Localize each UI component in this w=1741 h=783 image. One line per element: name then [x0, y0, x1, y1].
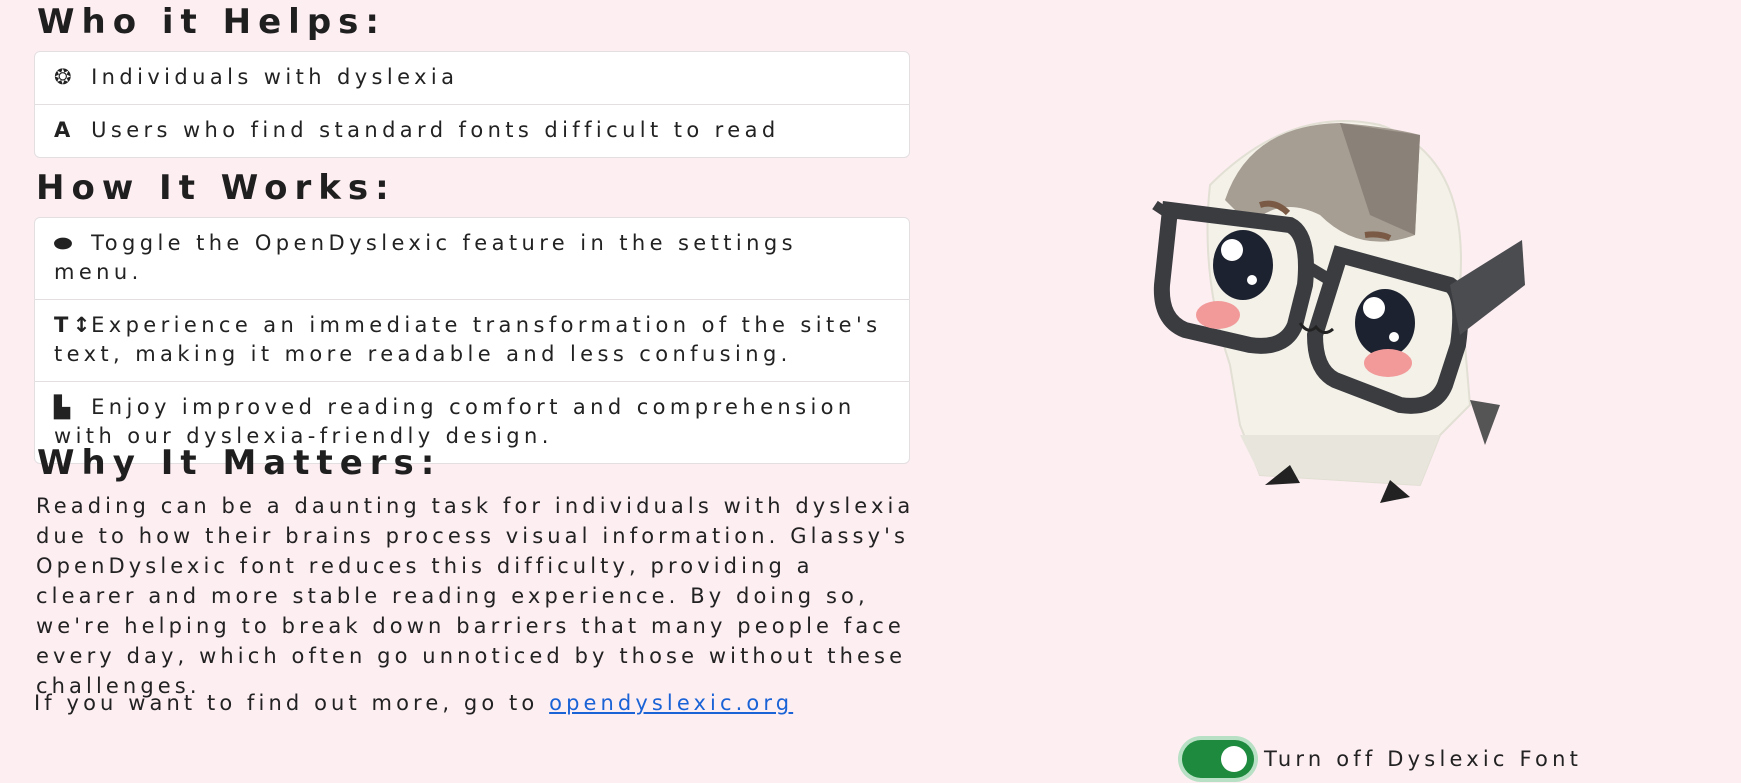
list-item-text: Experience an immediate transformation o… — [54, 313, 882, 366]
dyslexic-font-toggle-row[interactable]: Turn off Dyslexic Font — [1182, 740, 1582, 778]
font-icon: A — [54, 118, 75, 142]
list-item-text: Users who find standard fonts difficult … — [91, 118, 780, 142]
list-item-text: Individuals with dyslexia — [91, 65, 459, 89]
who-heading: Who it Helps: — [37, 2, 386, 42]
how-list: ⬬ Toggle the OpenDyslexic feature in the… — [34, 217, 910, 464]
list-item: ⬬ Toggle the OpenDyslexic feature in the… — [35, 218, 909, 299]
glassy-mascot-image — [1152, 120, 1525, 503]
list-item-text: Toggle the OpenDyslexic feature in the s… — [54, 231, 797, 284]
more-info-text: If you want to find out more, go to open… — [34, 688, 793, 718]
toggle-icon: ⬬ — [54, 231, 77, 255]
text-height-icon: T↕ — [54, 313, 95, 337]
why-paragraph: Reading can be a daunting task for indiv… — [36, 494, 915, 698]
switch-knob — [1221, 746, 1247, 772]
dyslexic-font-switch[interactable] — [1182, 740, 1254, 778]
list-item: ❂ Individuals with dyslexia — [35, 52, 909, 104]
brain-icon: ❂ — [54, 65, 76, 89]
list-item: A Users who find standard fonts difficul… — [35, 104, 909, 157]
more-info-prefix: If you want to find out more, go to — [34, 691, 539, 715]
list-item-text: Enjoy improved reading comfort and compr… — [54, 395, 856, 448]
opendyslexic-link[interactable]: opendyslexic.org — [549, 691, 793, 715]
toggle-label[interactable]: Turn off Dyslexic Font — [1264, 747, 1582, 771]
who-list: ❂ Individuals with dyslexia A Users who … — [34, 51, 910, 158]
how-heading: How It Works: — [36, 168, 396, 208]
list-item: T↕ Experience an immediate transformatio… — [35, 299, 909, 381]
book-reader-icon: ▙ — [54, 395, 75, 419]
why-heading: Why It Matters: — [37, 443, 442, 483]
